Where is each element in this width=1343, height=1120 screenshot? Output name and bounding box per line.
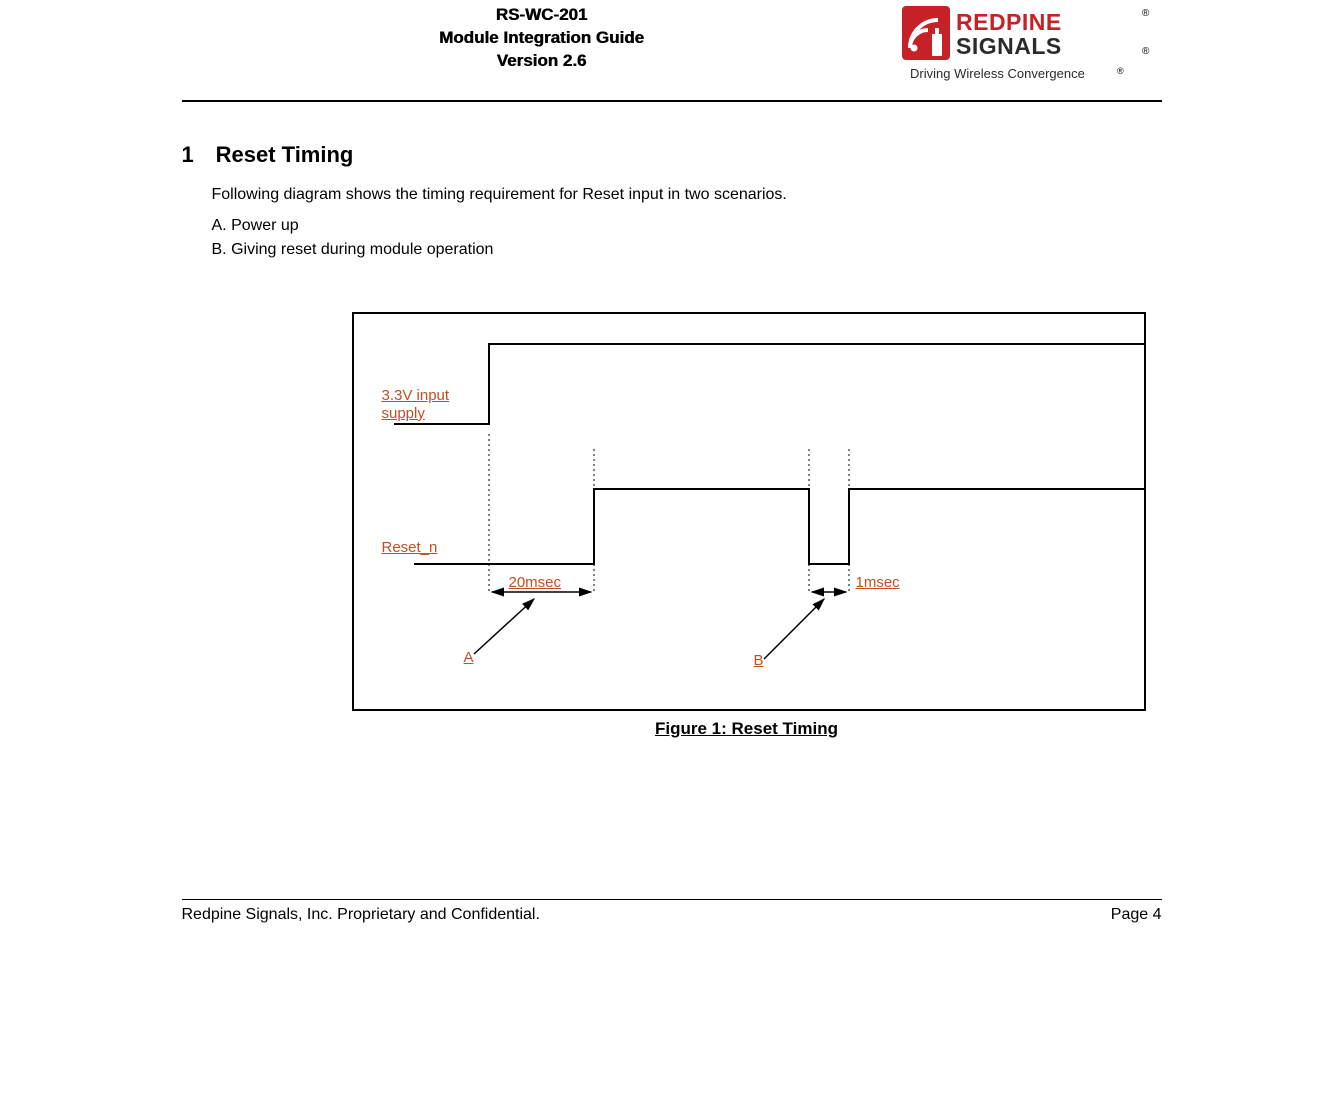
svg-text:Driving Wireless Convergence: Driving Wireless Convergence xyxy=(910,66,1085,81)
svg-text:SIGNALS: SIGNALS xyxy=(956,33,1062,59)
doc-product: RS-WC-201 xyxy=(182,4,902,27)
svg-text:REDPINE: REDPINE xyxy=(956,9,1062,35)
doc-version: Version 2.6 xyxy=(182,50,902,73)
footer-left: Redpine Signals, Inc. Proprietary and Co… xyxy=(182,906,540,924)
scenario-b: B. Giving reset during module operation xyxy=(212,238,1162,262)
section-number: 1 xyxy=(182,142,210,168)
supply-label: 3.3V input supply xyxy=(382,387,477,423)
svg-text:®: ® xyxy=(1142,46,1150,57)
header-divider xyxy=(182,100,1162,102)
scenario-a: A. Power up xyxy=(212,214,1162,238)
timing-diagram: 3.3V input supply Reset_n 20msec 1msec A… xyxy=(352,312,1146,711)
time-b-label: 1msec xyxy=(856,574,900,592)
brand-logo: REDPINE SIGNALS ® ® Driving Wireless Con… xyxy=(902,4,1162,94)
marker-b: B xyxy=(754,652,764,670)
section-title: Reset Timing xyxy=(216,142,354,167)
intro-text: Following diagram shows the timing requi… xyxy=(212,182,1162,208)
doc-title: Module Integration Guide xyxy=(182,27,902,50)
figure-caption: Figure 1: Reset Timing xyxy=(352,719,1142,739)
svg-text:®: ® xyxy=(1117,66,1124,76)
svg-text:®: ® xyxy=(1142,8,1150,19)
reset-label: Reset_n xyxy=(382,539,438,557)
time-a-label: 20msec xyxy=(509,574,562,592)
footer-right: Page 4 xyxy=(1111,906,1162,924)
marker-a: A xyxy=(464,649,474,667)
